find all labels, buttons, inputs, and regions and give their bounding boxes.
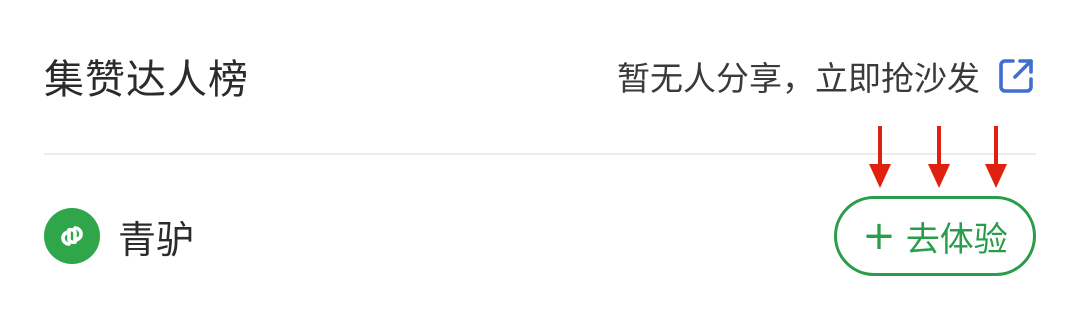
share-prompt-text: 暂无人分享，立即抢沙发: [617, 59, 980, 98]
try-button-label: 去体验: [905, 219, 1008, 260]
app-name: 青驴: [118, 217, 195, 262]
external-link-icon[interactable]: [996, 56, 1036, 96]
red-arrow-icon: [985, 126, 1007, 188]
try-app-button[interactable]: + 去体验: [834, 196, 1036, 276]
page-title: 集赞达人榜: [44, 57, 249, 103]
red-arrow-icon: [869, 126, 891, 188]
red-arrow-icon: [928, 126, 950, 188]
plus-icon: +: [862, 213, 896, 259]
leaderboard-header: 集赞达人榜 暂无人分享，立即抢沙发: [44, 44, 1036, 108]
share-link[interactable]: 暂无人分享，立即抢沙发: [617, 52, 1036, 100]
app-info[interactable]: 青驴: [44, 208, 194, 264]
app-list-item: 青驴 + 去体验: [44, 196, 1036, 276]
mini-program-link-icon: [44, 208, 100, 264]
